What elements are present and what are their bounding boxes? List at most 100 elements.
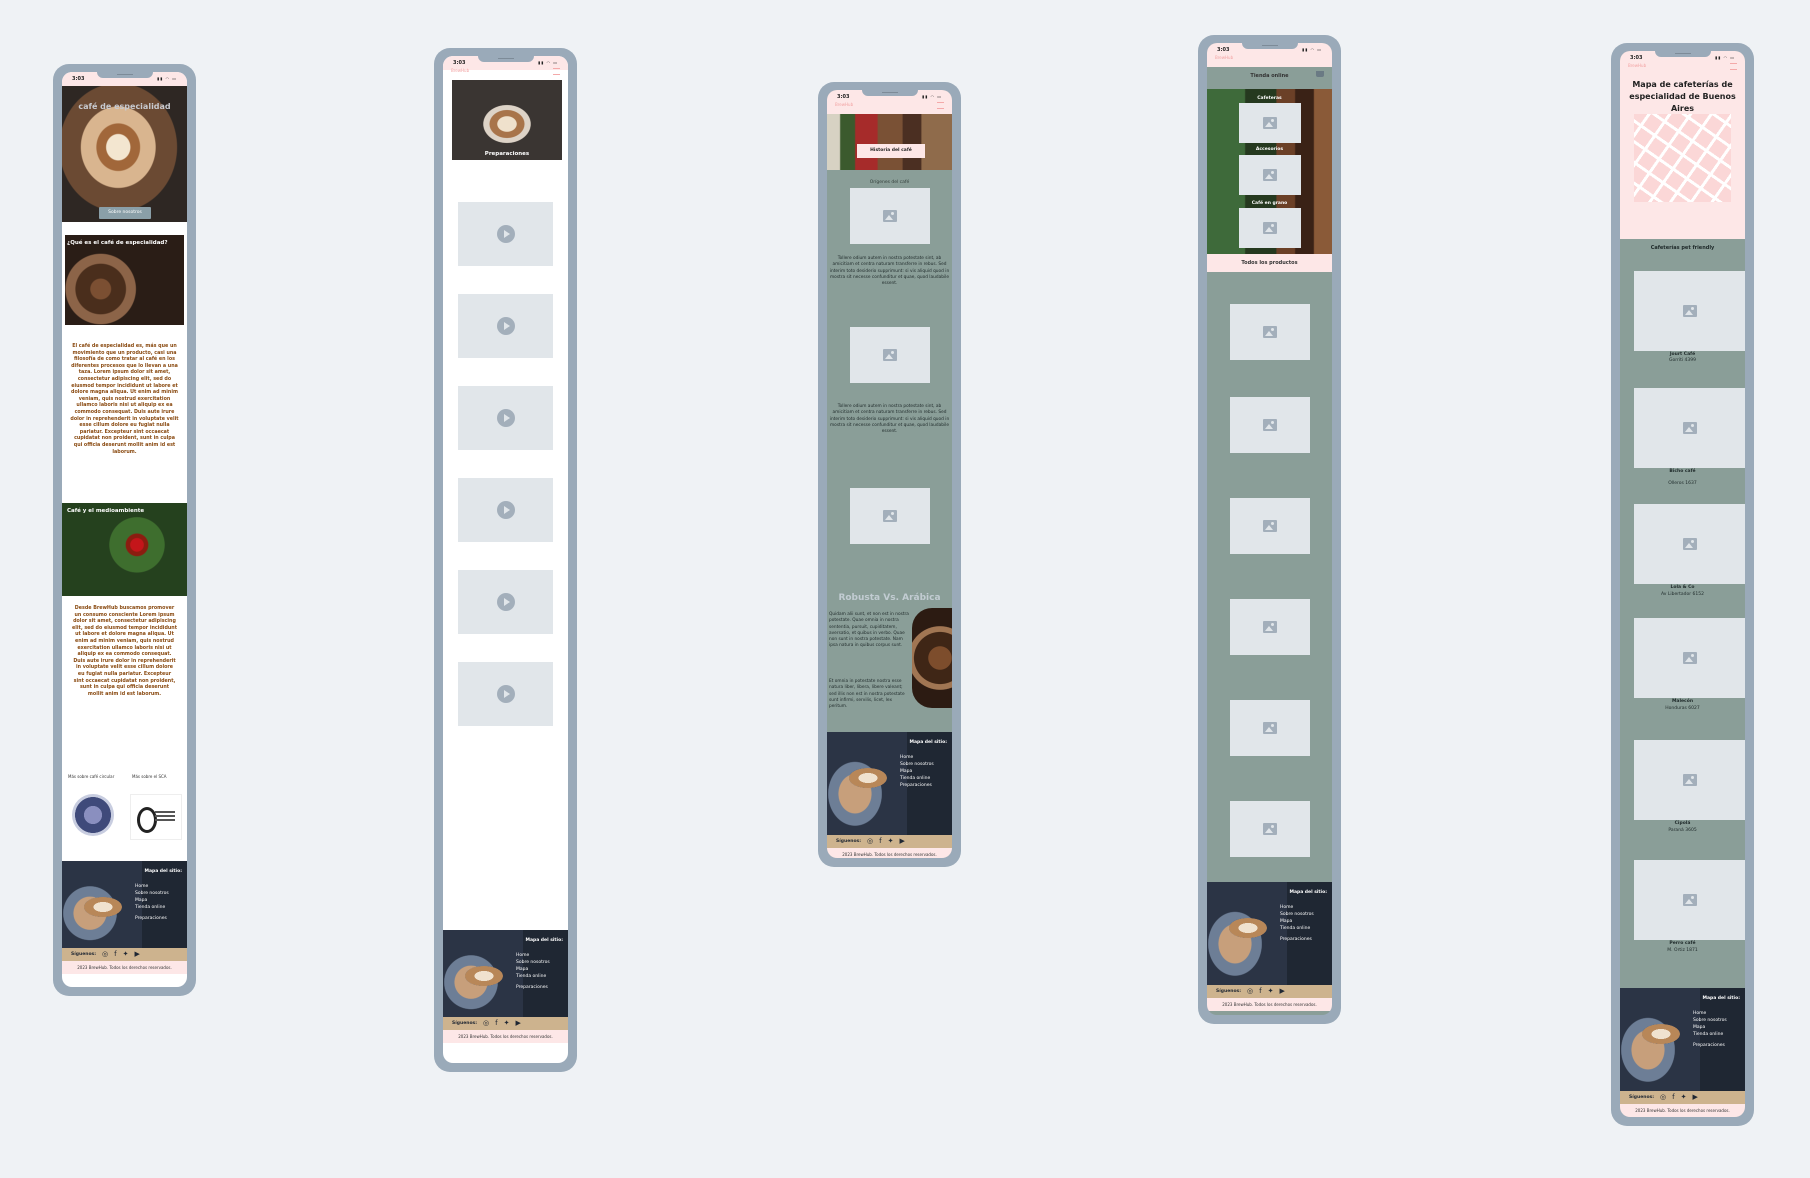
video-5[interactable] [458, 570, 553, 634]
cafe-address-3: Av Libertador 6152 [1660, 592, 1704, 597]
footer-link-about[interactable]: Sobre nosotros [1693, 1017, 1727, 1024]
cafe-image-5[interactable] [1634, 740, 1745, 820]
product-3[interactable] [1230, 498, 1310, 554]
facebook-icon[interactable]: f [1672, 1093, 1680, 1101]
twitter-icon[interactable]: ✦ [1681, 1093, 1693, 1101]
instagram-icon[interactable]: ◎ [102, 950, 114, 958]
brand-logo[interactable]: BrewHub [835, 102, 853, 107]
footer-link-home[interactable]: Home [900, 754, 934, 761]
play-icon[interactable] [496, 501, 515, 519]
product-2[interactable] [1230, 397, 1310, 453]
paragraph-specialty: El café de especialidad es, más que un m… [70, 344, 179, 455]
history-text-1: Tollere odium autem in nostra potestate … [829, 256, 950, 287]
product-1[interactable] [1230, 304, 1310, 360]
cafe-image-3[interactable] [1634, 504, 1745, 584]
brand-logo[interactable]: BrewHub [1215, 55, 1233, 60]
circular-coffee-logo[interactable] [72, 794, 114, 836]
play-icon[interactable] [496, 317, 515, 335]
footer-link-shop[interactable]: Tienda online [1693, 1031, 1727, 1038]
facebook-icon[interactable]: f [495, 1019, 503, 1027]
youtube-icon[interactable]: ▶ [899, 837, 910, 845]
twitter-icon[interactable]: ✦ [1268, 987, 1280, 995]
city-map[interactable] [1634, 114, 1731, 202]
play-icon[interactable] [496, 225, 515, 243]
sca-logo[interactable] [130, 794, 182, 840]
link-circular-coffee[interactable]: Más sobre café circular [68, 774, 114, 779]
instagram-icon[interactable]: ◎ [1660, 1093, 1672, 1101]
follow-label: Síguenos: [71, 952, 97, 957]
video-4[interactable] [458, 478, 553, 542]
video-2[interactable] [458, 294, 553, 358]
footer-link-about[interactable]: Sobre nosotros [516, 959, 550, 966]
cafe-name-6: Perro café [1669, 941, 1696, 946]
video-6[interactable] [458, 662, 553, 726]
follow-label: Síguenos: [1216, 989, 1242, 994]
instagram-icon[interactable]: ◎ [1247, 987, 1259, 995]
facebook-icon[interactable]: f [1259, 987, 1267, 995]
cafe-image-1[interactable] [1634, 271, 1745, 351]
link-sca[interactable]: Más sobre el SCA [132, 774, 167, 779]
category-accesorios[interactable] [1239, 155, 1301, 195]
play-icon[interactable] [496, 409, 515, 427]
footer-link-map[interactable]: Mapa [516, 966, 550, 973]
youtube-icon[interactable]: ▶ [134, 950, 145, 958]
footer-link-shop[interactable]: Tienda online [900, 775, 934, 782]
footer-link-home[interactable]: Home [135, 883, 169, 890]
twitter-icon[interactable]: ✦ [123, 950, 135, 958]
cart-icon[interactable] [1316, 71, 1324, 77]
cafe-image-2[interactable] [1634, 388, 1745, 468]
history-button[interactable]: Historia del café [857, 144, 925, 158]
cafe-image-4[interactable] [1634, 618, 1745, 698]
category-cafe-grano[interactable] [1239, 208, 1301, 248]
footer-link-home[interactable]: Home [1280, 904, 1314, 911]
twitter-icon[interactable]: ✦ [888, 837, 900, 845]
footer-link-recipes[interactable]: Preparaciones [516, 984, 550, 991]
category-cafeteras[interactable] [1239, 103, 1301, 143]
brand-logo[interactable]: BrewHub [451, 68, 469, 73]
footer-link-home[interactable]: Home [516, 952, 550, 959]
menu-icon[interactable] [1730, 63, 1737, 70]
footer-link-recipes[interactable]: Preparaciones [900, 782, 934, 789]
about-us-button[interactable]: Sobre nosotros [99, 207, 151, 219]
footer-link-map[interactable]: Mapa [135, 897, 169, 904]
youtube-icon[interactable]: ▶ [1279, 987, 1290, 995]
play-icon[interactable] [496, 685, 515, 703]
all-products-bar[interactable]: Todos los productos [1207, 254, 1332, 272]
facebook-icon[interactable]: f [114, 950, 122, 958]
image-icon [1263, 326, 1277, 338]
footer-link-about[interactable]: Sobre nosotros [135, 890, 169, 897]
robusta-text-b: Et omnia in potestate nostra esse natura… [829, 679, 905, 710]
footer-link-home[interactable]: Home [1693, 1010, 1727, 1017]
footer-link-recipes[interactable]: Preparaciones [135, 915, 169, 922]
footer-link-shop[interactable]: Tienda online [1280, 925, 1314, 932]
product-4[interactable] [1230, 599, 1310, 655]
footer-link-map[interactable]: Mapa [1280, 918, 1314, 925]
facebook-icon[interactable]: f [879, 837, 887, 845]
youtube-icon[interactable]: ▶ [1692, 1093, 1703, 1101]
twitter-icon[interactable]: ✦ [504, 1019, 516, 1027]
footer-link-map[interactable]: Mapa [1693, 1024, 1727, 1031]
sitemap-links: Home Sobre nosotros Mapa Tienda online P… [1693, 1010, 1727, 1049]
footer-link-about[interactable]: Sobre nosotros [900, 761, 934, 768]
product-6[interactable] [1230, 801, 1310, 857]
instagram-icon[interactable]: ◎ [867, 837, 879, 845]
product-5[interactable] [1230, 700, 1310, 756]
play-icon[interactable] [496, 593, 515, 611]
footer-link-shop[interactable]: Tienda online [135, 904, 169, 911]
brand-logo[interactable]: BrewHub [1628, 63, 1646, 68]
category-label-1: Accesorios [1255, 147, 1284, 152]
footer-link-map[interactable]: Mapa [900, 768, 934, 775]
footer-link-shop[interactable]: Tienda online [516, 973, 550, 980]
footer-link-about[interactable]: Sobre nosotros [1280, 911, 1314, 918]
cafe-image-6[interactable] [1634, 860, 1745, 940]
shop-screen: 3:03 ▮▮ ◠ ▭ BrewHub Tienda online Cafeter… [1207, 43, 1332, 1015]
footer-link-recipes[interactable]: Preparaciones [1693, 1042, 1727, 1049]
footer-link-recipes[interactable]: Preparaciones [1280, 936, 1314, 943]
youtube-icon[interactable]: ▶ [515, 1019, 526, 1027]
video-3[interactable] [458, 386, 553, 450]
instagram-icon[interactable]: ◎ [483, 1019, 495, 1027]
menu-icon[interactable] [553, 68, 560, 75]
video-1[interactable] [458, 202, 553, 266]
robusta-text-a: Quidam alii sunt, et non est in nostra p… [829, 612, 909, 649]
menu-icon[interactable] [937, 102, 944, 109]
